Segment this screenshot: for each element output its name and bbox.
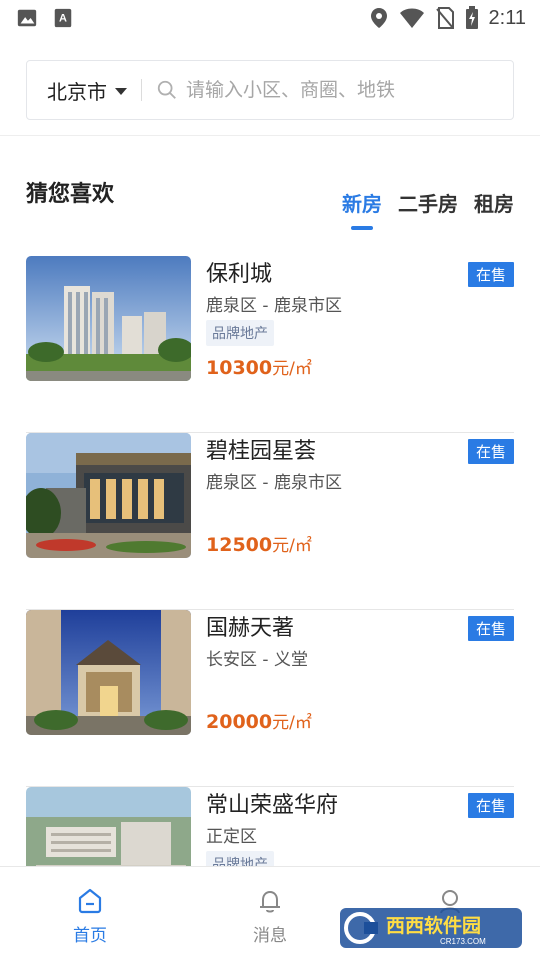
listing-price: 20000元/㎡ xyxy=(206,708,312,733)
battery-charging-icon xyxy=(465,6,478,29)
listing-photo xyxy=(26,610,191,735)
city-selector[interactable]: 北京市 xyxy=(27,61,127,119)
listing-name: 碧桂园星荟 xyxy=(206,439,317,464)
listing-price: 10300元/㎡ xyxy=(206,354,312,379)
wifi-icon xyxy=(399,8,424,28)
header-divider xyxy=(0,135,540,136)
caret-down-icon xyxy=(115,87,127,95)
tab-label: 新房 xyxy=(342,192,382,216)
tab-second-hand[interactable]: 二手房 xyxy=(398,188,458,217)
city-name: 北京市 xyxy=(47,79,107,104)
svg-text:A: A xyxy=(59,13,67,25)
active-tab-indicator xyxy=(351,226,373,230)
listing-photo xyxy=(26,433,191,558)
watermark-logo: 西西软件园 CR173.COM xyxy=(340,908,522,948)
listing-item[interactable]: 碧桂园星荟 鹿泉区 - 鹿泉市区 12500元/㎡ 在售 xyxy=(26,433,514,610)
divider xyxy=(141,79,142,101)
price-unit: 元/㎡ xyxy=(272,536,312,556)
tab-rental[interactable]: 租房 xyxy=(474,188,514,217)
listing-item[interactable]: 保利城 鹿泉区 - 鹿泉市区 品牌地产 10300元/㎡ 在售 xyxy=(26,256,514,433)
clock-time: 2:11 xyxy=(488,6,526,29)
watermark-subtext: CR173.COM xyxy=(440,937,486,946)
listing-location: 鹿泉区 - 鹿泉市区 xyxy=(206,296,342,316)
nav-label: 消息 xyxy=(253,926,287,946)
listing-type-tabs: 新房 二手房 租房 xyxy=(342,188,514,230)
listing-list: 保利城 鹿泉区 - 鹿泉市区 品牌地产 10300元/㎡ 在售 碧桂园星荟 鹿泉… xyxy=(26,256,514,960)
search-icon xyxy=(157,80,176,99)
listing-photo xyxy=(26,256,191,381)
nav-home[interactable]: 首页 xyxy=(0,867,180,960)
status-badge: 在售 xyxy=(467,439,514,464)
status-badge: 在售 xyxy=(467,262,514,287)
image-icon xyxy=(17,9,37,27)
tab-new-homes[interactable]: 新房 xyxy=(342,188,382,230)
nav-messages[interactable]: 消息 xyxy=(180,867,360,960)
price-value: 20000 xyxy=(206,711,273,733)
search-bar: 北京市 xyxy=(26,60,514,120)
listing-location: 长安区 - 义堂 xyxy=(206,650,308,670)
status-badge: 在售 xyxy=(467,793,514,818)
price-unit: 元/㎡ xyxy=(272,713,312,733)
tab-label: 二手房 xyxy=(398,192,458,216)
listing-item[interactable]: 国赫天著 长安区 - 义堂 20000元/㎡ 在售 xyxy=(26,610,514,787)
price-unit: 元/㎡ xyxy=(272,359,312,379)
watermark-text: 西西软件园 xyxy=(386,914,481,937)
status-bar: A 2:11 xyxy=(0,0,540,38)
bell-icon xyxy=(260,890,280,913)
listing-name: 国赫天著 xyxy=(206,616,295,641)
listing-name: 常山荣盛华府 xyxy=(206,793,339,818)
listing-location: 鹿泉区 - 鹿泉市区 xyxy=(206,473,342,493)
listing-name: 保利城 xyxy=(206,262,273,287)
tab-label: 租房 xyxy=(474,192,514,216)
font-a-icon: A xyxy=(54,8,72,28)
listing-price: 12500元/㎡ xyxy=(206,531,312,556)
status-badge: 在售 xyxy=(467,616,514,641)
location-icon xyxy=(370,8,387,28)
section-title: 猜您喜欢 xyxy=(26,182,115,207)
brand-tag: 品牌地产 xyxy=(206,320,274,346)
listing-location: 正定区 xyxy=(206,827,257,847)
price-value: 12500 xyxy=(206,534,273,556)
home-icon xyxy=(78,888,102,914)
search-input[interactable] xyxy=(186,79,486,101)
price-value: 10300 xyxy=(206,357,273,379)
no-sim-icon xyxy=(435,7,454,29)
nav-label: 首页 xyxy=(73,926,107,946)
